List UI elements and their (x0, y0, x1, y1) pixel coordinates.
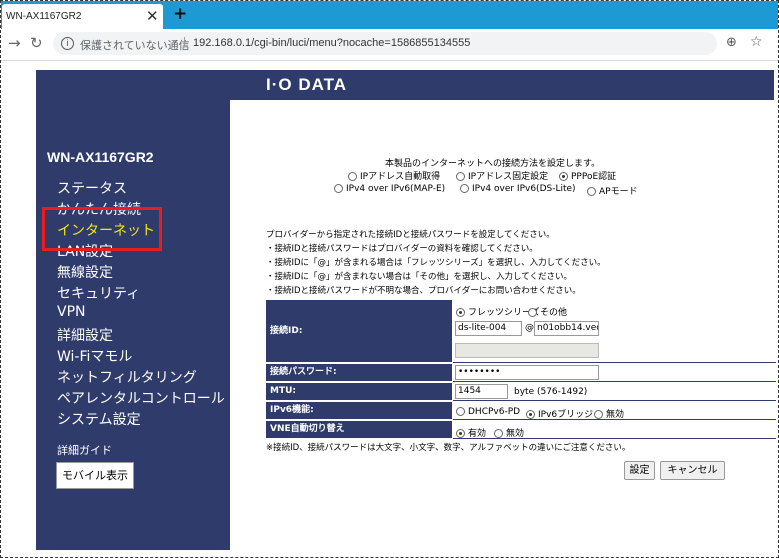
sidebar-item-advanced[interactable]: 詳細設定 (57, 325, 113, 345)
browser-tab[interactable]: WN-AX1167GR2 ✕ (2, 4, 163, 29)
zoom-icon[interactable]: ⊕ (726, 35, 737, 50)
ipv6-label: IPv6機能: (266, 402, 452, 419)
radio-icon (460, 184, 469, 193)
url-text[interactable]: 192.168.0.1/cgi-bin/luci/menu?nocache=15… (193, 37, 470, 49)
sidebar-item-system[interactable]: システム設定 (57, 409, 141, 429)
address-bar[interactable]: i 保護されていない通信 | 192.168.0.1/cgi-bin/luci/… (53, 32, 717, 55)
option-ds-lite[interactable]: IPv4 over IPv6(DS-Lite) (460, 184, 576, 194)
address-separator: | (183, 36, 186, 48)
sidebar-item-net-filtering[interactable]: ネットフィルタリング (57, 367, 197, 387)
radio-icon (587, 187, 596, 196)
info-line: ・接続IDと接続パスワードはプロバイダーの資料を確認してください。 (266, 244, 538, 254)
save-button[interactable]: 設定 (624, 461, 655, 480)
radio-selected-icon (526, 410, 535, 419)
cancel-button[interactable]: キャンセル (660, 461, 725, 480)
sidebar: WN-AX1167GR2 ステータス かんたん接続 インターネット LAN設定 … (36, 70, 230, 550)
id-label: 接続ID: (266, 300, 452, 362)
radio-icon (594, 410, 603, 419)
row-divider (453, 362, 776, 363)
radio-icon (528, 308, 537, 317)
info-line: ・接続IDと接続パスワードが不明な場合、プロバイダーにお問い合わせください。 (266, 286, 581, 296)
main-content: 本製品のインターネットへの接続方法を設定します。 IPアドレス自動取得 IPアド… (230, 100, 776, 550)
sidebar-item-status[interactable]: ステータス (57, 178, 127, 198)
vne-label: VNE自動切り替え (266, 421, 452, 438)
ipv6-bridge[interactable]: IPv6ブリッジ (526, 407, 593, 420)
browser-tab-bar: WN-AX1167GR2 ✕ + (1, 1, 778, 29)
radio-selected-icon (559, 172, 568, 181)
at-sign: @ (525, 323, 534, 333)
radio-icon (348, 172, 357, 181)
option-map-e[interactable]: IPv4 over IPv6(MAP-E) (334, 184, 445, 194)
id-user-input[interactable]: ds-lite-004 (455, 321, 522, 336)
highlight-annotation (42, 207, 162, 251)
info-line: プロバイダーから指定された接続IDと接続パスワードを設定してください。 (266, 230, 555, 240)
case-note: ※接続ID、接続パスワードは大文字、小文字、数字、アルファベットの違いにご注意く… (266, 443, 631, 453)
id-type-other[interactable]: その他 (528, 305, 567, 318)
mtu-input[interactable]: 1454 (455, 384, 508, 399)
radio-selected-icon (456, 429, 465, 438)
info-icon[interactable]: i (61, 37, 74, 50)
tab-close-icon[interactable]: ✕ (146, 7, 159, 25)
id-domain-input[interactable]: n01obb14.vec (534, 321, 599, 336)
header-bar: I·O DATA (230, 70, 774, 100)
mtu-unit: byte (576-1492) (514, 387, 588, 397)
radio-icon (494, 429, 503, 438)
option-pppoe[interactable]: PPPoE認証 (559, 169, 616, 182)
radio-icon (456, 407, 465, 416)
tab-title: WN-AX1167GR2 (6, 11, 82, 22)
sidebar-item-wireless[interactable]: 無線設定 (57, 262, 113, 282)
password-label: 接続パスワード: (266, 364, 452, 381)
row-divider (453, 381, 776, 382)
info-line: ・接続IDに「@」が含まれない場合は「その他」を選択し、入力してください。 (266, 272, 573, 282)
sidebar-item-vpn[interactable]: VPN (57, 304, 86, 320)
brand-logo: I·O DATA (266, 75, 348, 94)
vne-disabled[interactable]: 無効 (494, 426, 524, 439)
sidebar-item-security[interactable]: セキュリティ (57, 283, 140, 303)
bookmark-star-icon[interactable]: ☆ (750, 34, 763, 50)
page-title: 本製品のインターネットへの接続方法を設定します。 (385, 159, 601, 169)
model-name: WN-AX1167GR2 (47, 149, 154, 165)
info-line: ・接続IDに「@」が含まれる場合は「フレッツシリーズ」を選択し、入力してください… (266, 258, 606, 268)
row-divider (453, 400, 776, 401)
reload-icon[interactable]: ↻ (30, 34, 43, 52)
browser-toolbar: → ↻ i 保護されていない通信 | 192.168.0.1/cgi-bin/l… (1, 29, 778, 61)
vne-enabled[interactable]: 有効 (456, 426, 486, 439)
option-static-ip[interactable]: IPアドレス固定設定 (456, 169, 548, 182)
id-extra-input[interactable] (455, 343, 599, 358)
new-tab-icon[interactable]: + (173, 4, 187, 24)
mtu-label: MTU: (266, 383, 452, 400)
guide-link[interactable]: 詳細ガイド (57, 442, 112, 458)
option-ap-mode[interactable]: APモード (587, 184, 638, 197)
password-input[interactable]: •••••••• (455, 365, 599, 380)
sidebar-item-parental-control[interactable]: ペアレンタルコントロール (57, 388, 225, 408)
sidebar-item-wifi-mamoru[interactable]: Wi-Fiマモル (57, 346, 132, 366)
radio-icon (456, 172, 465, 181)
security-status[interactable]: 保護されていない通信 (80, 37, 190, 53)
back-icon[interactable]: → (8, 34, 21, 52)
ipv6-disabled[interactable]: 無効 (594, 407, 624, 420)
mobile-view-button[interactable]: モバイル表示 (56, 462, 134, 489)
ipv6-dhcpv6-pd[interactable]: DHCPv6-PD (456, 407, 520, 417)
option-auto-ip[interactable]: IPアドレス自動取得 (348, 169, 440, 182)
radio-icon (334, 184, 343, 193)
radio-selected-icon (456, 308, 465, 317)
